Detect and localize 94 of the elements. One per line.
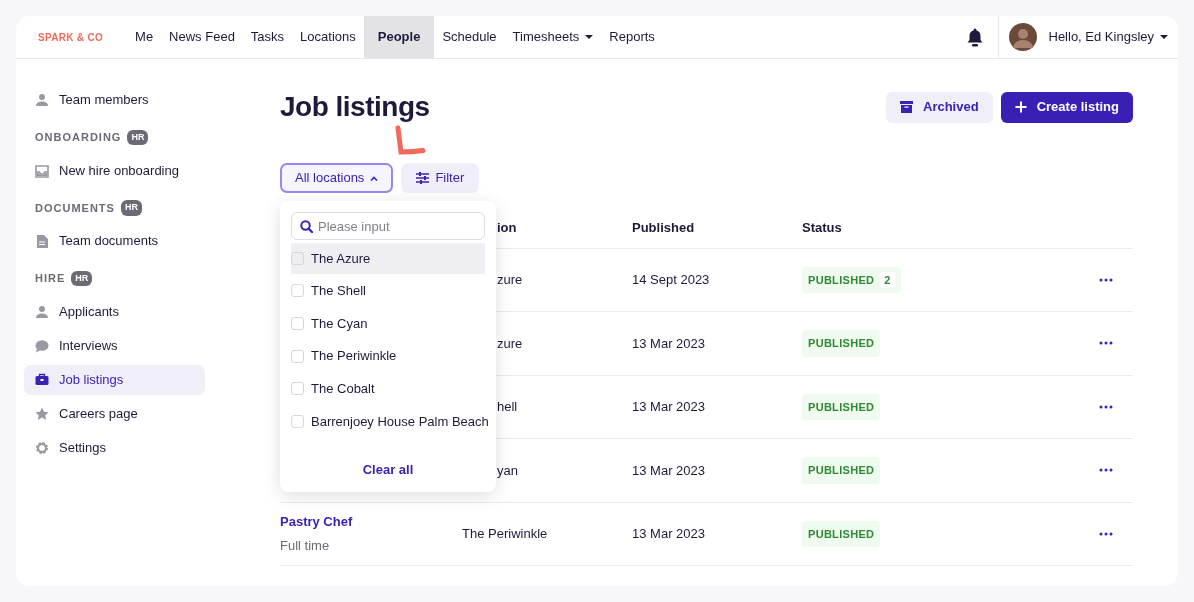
section-badge: HR — [120, 200, 142, 216]
nav-tab[interactable]: Me — [127, 16, 162, 58]
count-badge: 2 — [880, 271, 895, 288]
more-icon — [1099, 531, 1113, 536]
sidebar-item[interactable]: Job listings — [24, 364, 205, 395]
more-button[interactable] — [1099, 531, 1113, 536]
more-icon — [1099, 277, 1113, 282]
option-label: The Azure — [311, 249, 371, 268]
location-option[interactable]: The Shell — [291, 275, 485, 307]
location-text: yan — [497, 462, 518, 478]
sidebar-item[interactable]: Careers page — [24, 398, 205, 429]
search-icon — [300, 220, 313, 233]
gear-icon — [35, 440, 49, 455]
checkbox[interactable] — [291, 317, 304, 330]
status-badge: PUBLISHED — [802, 520, 881, 547]
location-option[interactable]: The Azure — [291, 243, 485, 274]
location-dropdown[interactable]: All locations — [280, 163, 394, 193]
checkbox[interactable] — [291, 382, 304, 396]
column-header: Published — [632, 220, 695, 235]
location-option[interactable]: The Cyan — [291, 308, 485, 339]
nav-tab[interactable]: Schedule — [434, 16, 505, 58]
nav-tab[interactable]: People — [363, 16, 435, 58]
published-date: 14 Sept 2023 — [632, 272, 710, 287]
column-header: Status — [802, 220, 842, 235]
more-button[interactable] — [1099, 404, 1113, 409]
option-label: Barrenjoey House Palm Beach — [311, 412, 489, 431]
option-label: The Shell — [311, 282, 366, 301]
location-text: The Periwinkle — [462, 526, 548, 541]
option-label: The Cobalt — [311, 379, 375, 398]
nav-tab[interactable]: Timesheets — [504, 16, 602, 58]
bell-icon[interactable] — [965, 27, 984, 47]
status-badge: PUBLISHED — [802, 330, 881, 357]
option-label: The Cyan — [311, 314, 368, 333]
archive-box-icon — [900, 101, 913, 113]
sidebar-item[interactable]: Team documents — [24, 226, 205, 256]
create-button[interactable]: Create listing — [1000, 91, 1133, 123]
nav-tab[interactable]: Reports — [601, 16, 663, 58]
more-button[interactable] — [1099, 468, 1113, 473]
section-heading: HIRE — [35, 271, 66, 286]
job-title-link[interactable]: Pastry Chef — [280, 512, 452, 532]
status-badge: PUBLISHED — [802, 393, 881, 420]
sidebar-item[interactable]: Settings — [24, 432, 205, 463]
checkbox[interactable] — [291, 251, 304, 265]
section-badge: HR — [127, 129, 149, 145]
published-date: 13 Mar 2023 — [632, 526, 705, 541]
archived-button[interactable]: Archived — [886, 91, 993, 123]
location-text: hell — [497, 399, 518, 414]
sidebar-item[interactable]: Applicants — [24, 296, 205, 327]
location-option[interactable]: The Cobalt — [291, 373, 485, 404]
section-heading: DOCUMENTS — [35, 200, 115, 216]
checkbox[interactable] — [291, 349, 304, 363]
published-date: 13 Mar 2023 — [632, 462, 705, 478]
status-badge: PUBLISHED 2 — [802, 266, 901, 293]
more-icon — [1099, 341, 1113, 346]
avatar — [1008, 23, 1037, 51]
location-text: zure — [497, 335, 523, 351]
sliders-icon — [416, 172, 430, 184]
person-icon — [35, 93, 49, 107]
nav-tab[interactable]: Locations — [292, 16, 364, 58]
more-button[interactable] — [1099, 341, 1113, 346]
person-icon — [35, 304, 49, 319]
page-title: Job listings — [280, 90, 430, 124]
more-icon — [1099, 404, 1113, 409]
option-label: The Periwinkle — [311, 347, 397, 366]
published-date: 13 Mar 2023 — [632, 335, 705, 351]
section-heading: ONBOARDING — [35, 130, 122, 145]
checkbox[interactable] — [291, 414, 304, 428]
filter-button[interactable]: Filter — [401, 163, 480, 193]
status-badge: PUBLISHED — [802, 457, 881, 484]
sidebar-item[interactable]: New hire onboarding — [24, 155, 205, 186]
plus-icon — [1014, 101, 1027, 113]
star-icon — [35, 406, 49, 421]
location-text: zure — [497, 272, 523, 287]
nav-tab[interactable]: News Feed — [161, 16, 243, 58]
more-button[interactable] — [1099, 277, 1113, 282]
search-field[interactable]: Please input — [291, 212, 485, 240]
published-date: 13 Mar 2023 — [632, 399, 705, 414]
section-badge: HR — [71, 270, 93, 286]
checkbox[interactable] — [291, 284, 304, 298]
brand-logo: SPARK & CO — [38, 30, 104, 45]
sidebar-item[interactable]: Team members — [24, 85, 205, 115]
nav-tab[interactable]: Tasks — [242, 16, 293, 58]
inbox-icon — [35, 163, 49, 178]
location-option[interactable]: The Periwinkle — [291, 340, 485, 372]
speech-bubble-icon — [35, 338, 49, 353]
column-header: ion — [497, 220, 517, 235]
briefcase-icon — [35, 372, 49, 387]
document-icon — [35, 234, 49, 248]
job-type: Full time — [280, 536, 331, 555]
user-menu[interactable]: Hello, Ed Kingsley — [1048, 27, 1168, 47]
clear-all-link[interactable]: Clear all — [356, 458, 420, 481]
more-icon — [1099, 468, 1113, 473]
sidebar-item[interactable]: Interviews — [24, 330, 205, 361]
chevron-icon — [370, 175, 379, 181]
